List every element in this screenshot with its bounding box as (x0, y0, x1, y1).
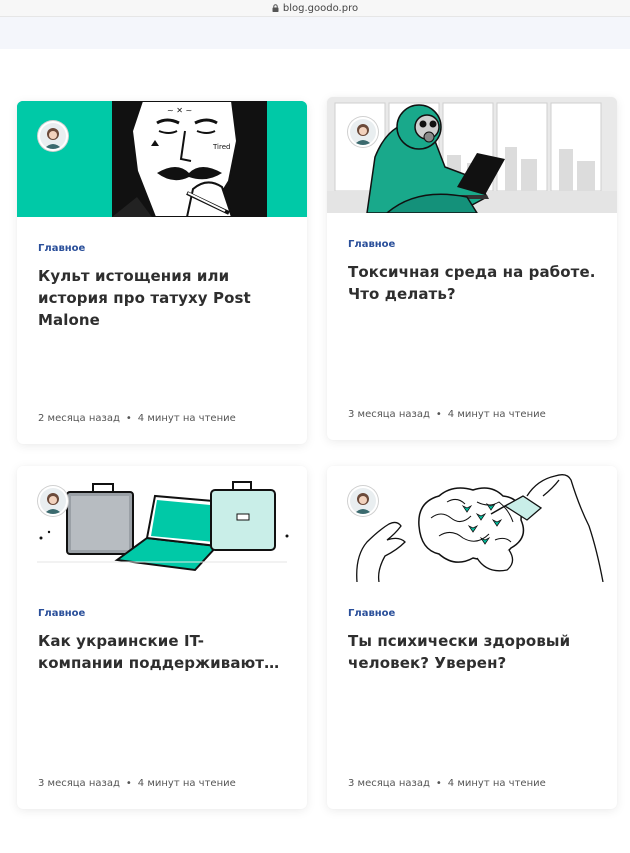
read-time: 4 минут на чтение (447, 409, 546, 420)
tattooed-man-illustration: ~ ✕ ~ Tired (17, 101, 307, 217)
article-meta: 2 месяца назад • 4 минут на чтение (38, 413, 236, 424)
author-avatar[interactable] (38, 121, 68, 151)
read-time: 4 минут на чтение (137, 778, 236, 789)
briefcases-illustration (17, 466, 307, 582)
publish-age: 3 месяца назад (348, 409, 430, 420)
svg-text:Tired: Tired (212, 143, 230, 151)
article-title[interactable]: Как украинские IT-компании поддерживают… (38, 630, 288, 674)
hazmat-person-illustration (327, 97, 617, 213)
author-avatar[interactable] (38, 486, 68, 516)
article-meta: 3 месяца назад • 4 минут на чтение (348, 409, 546, 420)
category-label[interactable]: Главное (348, 239, 395, 250)
publish-age: 3 месяца назад (348, 778, 430, 789)
author-avatar[interactable] (348, 486, 378, 516)
separator-dot: • (435, 778, 442, 789)
browser-url-bar[interactable]: blog.goodo.pro (0, 0, 630, 17)
publish-age: 3 месяца назад (38, 778, 120, 789)
article-title[interactable]: Токсичная среда на работе. Что делать? (348, 261, 598, 305)
article-card[interactable]: Главное Ты психически здоровый человек? … (327, 466, 617, 809)
separator-dot: • (125, 778, 132, 789)
article-meta: 3 месяца назад • 4 минут на чтение (38, 778, 236, 789)
article-image (327, 466, 617, 582)
article-meta: 3 месяца назад • 4 минут на чтение (348, 778, 546, 789)
category-label[interactable]: Главное (38, 608, 85, 619)
publish-age: 2 месяца назад (38, 413, 120, 424)
article-card[interactable]: Главное Токсичная среда на работе. Что д… (327, 97, 617, 440)
header-band (0, 17, 630, 49)
separator-dot: • (435, 409, 442, 420)
separator-dot: • (125, 413, 132, 424)
category-label[interactable]: Главное (348, 608, 395, 619)
article-image (327, 97, 617, 213)
article-title[interactable]: Культ истощения или история про татуху P… (38, 265, 288, 331)
article-card[interactable]: Главное Как украинские IT-компании подде… (17, 466, 307, 809)
lock-icon (272, 4, 279, 12)
author-avatar[interactable] (348, 117, 378, 147)
read-time: 4 минут на чтение (447, 778, 546, 789)
url-text: blog.goodo.pro (282, 2, 359, 14)
brain-watering-illustration (327, 466, 617, 582)
read-time: 4 минут на чтение (137, 413, 236, 424)
article-image (17, 466, 307, 582)
article-card[interactable]: ~ ✕ ~ Tired Главное Культ истощения или … (17, 101, 307, 444)
svg-text:~ ✕ ~: ~ ✕ ~ (167, 106, 192, 115)
category-label[interactable]: Главное (38, 243, 85, 254)
article-image: ~ ✕ ~ Tired (17, 101, 307, 217)
article-title[interactable]: Ты психически здоровый человек? Уверен? (348, 630, 598, 674)
